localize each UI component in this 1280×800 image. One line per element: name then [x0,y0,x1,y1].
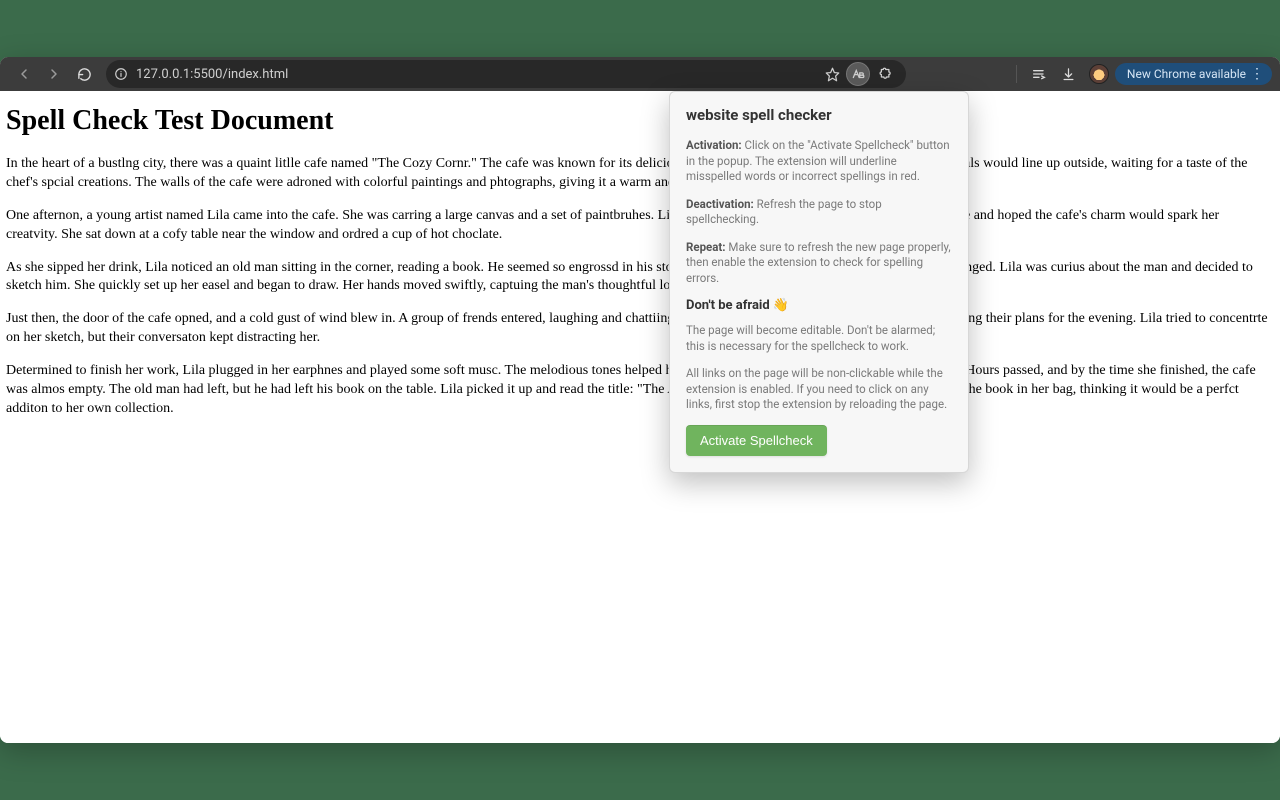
browser-window: 127.0.0.1:5500/index.html [0,57,1280,743]
activate-spellcheck-button[interactable]: Activate Spellcheck [686,425,827,456]
toolbar-right: New Chrome available ⋮ [910,60,1274,88]
forward-button[interactable] [40,60,68,88]
address-bar[interactable]: 127.0.0.1:5500/index.html [106,60,906,88]
back-button[interactable] [10,60,38,88]
page-title: Spell Check Test Document [6,105,1274,137]
extensions-puzzle-icon[interactable] [872,62,896,86]
paragraph: One afternon, a young artist named Lila … [6,207,1274,245]
paragraph: As she sipped her drink, Lila noticed an… [6,259,1274,297]
paragraph: Determined to finish her work, Lila plug… [6,362,1274,419]
chrome-update-label: New Chrome available [1127,67,1246,81]
site-info-icon[interactable] [112,65,130,83]
note-links: All links on the page will be non-clicka… [686,366,952,413]
repeat-label: Repeat: [686,240,726,254]
bookmark-star-icon[interactable] [820,62,844,86]
reload-button[interactable] [70,60,98,88]
deactivation-section: Deactivation: Refresh the page to stop s… [686,197,952,228]
separator [1016,65,1017,83]
deactivation-label: Deactivation: [686,197,754,211]
extension-subheading: Don't be afraid 👋 [686,298,952,313]
extension-title: website spell checker [686,106,952,124]
repeat-text: Make sure to refresh the new page proper… [686,240,951,285]
address-right-icons [820,62,900,86]
extension-popup: website spell checker Activation: Click … [669,91,969,473]
note-editable: The page will become editable. Don't be … [686,323,952,354]
page-content: Spell Check Test Document In the heart o… [0,91,1280,743]
nav-icons [6,60,102,88]
downloads-icon[interactable] [1055,60,1083,88]
address-text: 127.0.0.1:5500/index.html [136,67,814,82]
spellcheck-extension-icon[interactable] [846,62,870,86]
activation-section: Activation: Click on the "Activate Spell… [686,138,952,185]
avatar-icon [1089,64,1109,84]
paragraph: Just then, the door of the cafe opned, a… [6,310,1274,348]
chrome-update-button[interactable]: New Chrome available ⋮ [1115,63,1272,85]
menu-dots-icon: ⋮ [1250,67,1264,81]
profile-avatar[interactable] [1085,60,1113,88]
activation-label: Activation: [686,138,742,152]
browser-toolbar: 127.0.0.1:5500/index.html [0,57,1280,91]
repeat-section: Repeat: Make sure to refresh the new pag… [686,240,952,287]
paragraph: In the heart of a bustlng city, there wa… [6,155,1274,193]
media-controls-icon[interactable] [1025,60,1053,88]
